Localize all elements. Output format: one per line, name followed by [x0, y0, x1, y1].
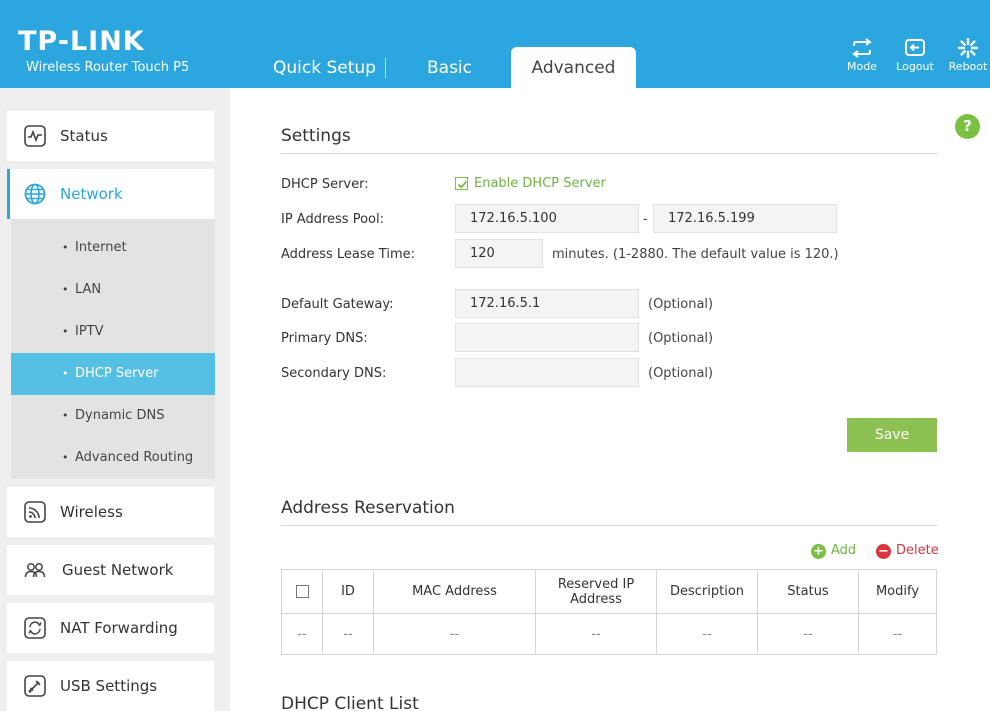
- dhcp-server-label: DHCP Server:: [281, 177, 369, 192]
- sidebar-subitem-lan[interactable]: LAN: [11, 269, 215, 311]
- subitem-label: Dynamic DNS: [75, 408, 165, 423]
- secondary-dns-label: Secondary DNS:: [281, 366, 387, 381]
- logout-icon: [905, 39, 925, 56]
- wireless-icon: [24, 501, 46, 523]
- subitem-label: LAN: [75, 282, 102, 297]
- mode-button[interactable]: Mode: [837, 38, 887, 73]
- subitem-label: Advanced Routing: [75, 450, 194, 465]
- enable-dhcp-label: Enable DHCP Server: [474, 176, 606, 191]
- select-all-checkbox[interactable]: [295, 585, 309, 598]
- column-header-description: Description: [656, 569, 758, 614]
- tp-link-logo: TP-LINK: [18, 26, 145, 57]
- table-cell: --: [858, 613, 937, 655]
- sidebar-item-guest-network[interactable]: Guest Network: [7, 545, 214, 595]
- column-header-id: ID: [322, 569, 374, 614]
- ip-pool-label: IP Address Pool:: [281, 212, 384, 227]
- reboot-icon: [957, 38, 979, 58]
- settings-divider: [281, 153, 937, 154]
- nat-forwarding-icon: [24, 617, 46, 639]
- tab-quick-setup[interactable]: Quick Setup: [273, 47, 376, 88]
- sidebar-item-wireless[interactable]: Wireless: [7, 487, 214, 537]
- delete-label: Delete: [896, 543, 939, 558]
- lease-time-hint: minutes. (1-2880. The default value is 1…: [552, 247, 839, 262]
- top-header: TP-LINK Wireless Router Touch P5 Quick S…: [0, 0, 990, 88]
- usb-icon: [24, 675, 46, 697]
- logout-label: Logout: [896, 60, 934, 73]
- sidebar-subitem-dhcp-server[interactable]: DHCP Server: [11, 353, 215, 395]
- lease-time-input[interactable]: 120: [455, 239, 543, 268]
- network-submenu: Internet LAN IPTV DHCP Server Dynamic DN…: [11, 219, 215, 479]
- table-cell: --: [322, 613, 374, 655]
- table-cell: --: [281, 613, 323, 655]
- table-cell: --: [656, 613, 758, 655]
- tab-basic[interactable]: Basic: [427, 47, 472, 88]
- sidebar-subitem-advanced-routing[interactable]: Advanced Routing: [11, 437, 215, 479]
- dhcp-client-list-title: DHCP Client List: [281, 694, 419, 711]
- lease-time-label: Address Lease Time:: [281, 247, 415, 262]
- column-header-reserved-ip: Reserved IP Address: [535, 569, 657, 614]
- table-cell: --: [757, 613, 859, 655]
- sidebar-item-label: Wireless: [60, 503, 123, 521]
- tab-advanced[interactable]: Advanced: [511, 47, 636, 88]
- secondary-dns-input[interactable]: [455, 358, 639, 387]
- subitem-label: Internet: [75, 240, 127, 255]
- reboot-label: Reboot: [948, 60, 988, 73]
- column-header-status: Status: [757, 569, 859, 614]
- sidebar-item-label: NAT Forwarding: [60, 619, 178, 637]
- subitem-label: IPTV: [75, 324, 104, 339]
- reservation-table: ID MAC Address Reserved IP Address Descr…: [281, 569, 937, 655]
- subitem-label: DHCP Server: [75, 366, 159, 381]
- sidebar-item-status[interactable]: Status: [7, 111, 214, 161]
- sidebar-item-label: Guest Network: [62, 561, 174, 579]
- sidebar-item-network[interactable]: Network: [7, 169, 214, 219]
- primary-dns-input[interactable]: [455, 323, 639, 352]
- table-cell: --: [535, 613, 657, 655]
- sidebar-item-label: Network: [60, 185, 123, 203]
- default-gateway-label: Default Gateway:: [281, 297, 394, 312]
- table-row: -- -- -- -- -- -- --: [281, 613, 937, 655]
- status-pulse-icon: [24, 125, 46, 147]
- ip-pool-end-input[interactable]: 172.16.5.199: [653, 204, 837, 233]
- plus-icon: +: [811, 544, 826, 559]
- column-header-modify: Modify: [858, 569, 937, 614]
- address-reservation-title: Address Reservation: [281, 498, 455, 518]
- optional-hint: (Optional): [648, 331, 714, 346]
- save-button[interactable]: Save: [847, 418, 937, 452]
- logout-button[interactable]: Logout: [890, 38, 940, 73]
- select-all-cell[interactable]: [281, 569, 323, 614]
- table-cell: --: [373, 613, 536, 655]
- sidebar-subitem-iptv[interactable]: IPTV: [11, 311, 215, 353]
- sidebar-item-nat-forwarding[interactable]: NAT Forwarding: [7, 603, 214, 653]
- settings-title: Settings: [281, 126, 351, 146]
- table-header-row: ID MAC Address Reserved IP Address Descr…: [281, 569, 937, 614]
- guest-users-icon: [24, 563, 46, 578]
- primary-dns-label: Primary DNS:: [281, 331, 368, 346]
- globe-icon: [24, 183, 46, 205]
- column-header-mac: MAC Address: [373, 569, 536, 614]
- mode-label: Mode: [847, 60, 877, 73]
- default-gateway-input[interactable]: 172.16.5.1: [455, 289, 639, 318]
- ip-pool-dash: -: [643, 212, 648, 227]
- ip-pool-start-input[interactable]: 172.16.5.100: [455, 204, 639, 233]
- add-label: Add: [831, 543, 857, 558]
- optional-hint: (Optional): [648, 297, 714, 312]
- sidebar-item-label: Status: [60, 127, 108, 145]
- tab-divider: [385, 58, 386, 78]
- sidebar-item-label: USB Settings: [60, 677, 158, 695]
- router-model: Wireless Router Touch P5: [26, 60, 190, 75]
- sidebar-subitem-dynamic-dns[interactable]: Dynamic DNS: [11, 395, 215, 437]
- checkbox-checked-icon: [455, 177, 468, 190]
- mode-switch-icon: [852, 38, 872, 58]
- help-icon[interactable]: ?: [955, 114, 980, 139]
- reservation-divider: [281, 525, 937, 526]
- minus-icon: −: [876, 544, 891, 559]
- sidebar-subitem-internet[interactable]: Internet: [11, 227, 215, 269]
- optional-hint: (Optional): [648, 366, 714, 381]
- reboot-button[interactable]: Reboot: [943, 38, 990, 73]
- sidebar-item-usb-settings[interactable]: USB Settings: [7, 661, 214, 711]
